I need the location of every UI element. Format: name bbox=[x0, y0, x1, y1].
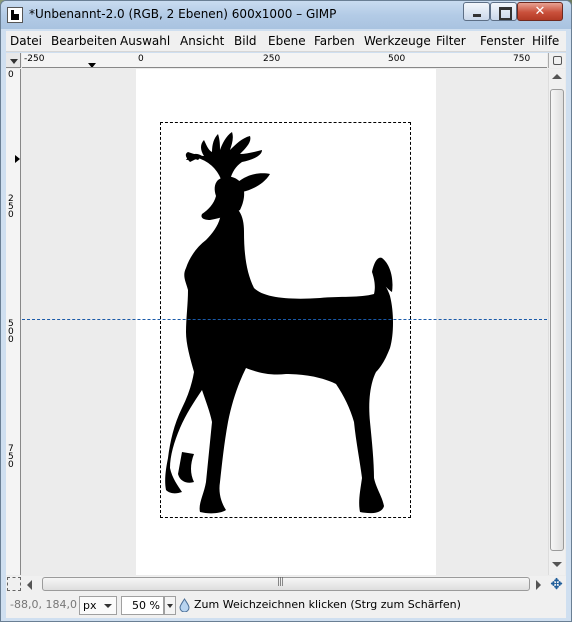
status-bar: -88,0, 184,0 px 50 % Zum Weichzeichnen k… bbox=[6, 593, 566, 618]
scroll-up-icon[interactable] bbox=[552, 74, 562, 79]
ruler-label: 500 bbox=[388, 54, 406, 64]
menu-hilfe[interactable]: Hilfe bbox=[532, 34, 559, 48]
window-title: *Unbenannt-2.0 (RGB, 2 Ebenen) 600x1000 … bbox=[29, 7, 337, 21]
ruler-label: 250 bbox=[8, 194, 14, 220]
menu-ansicht[interactable]: Ansicht bbox=[180, 34, 224, 48]
title-bar[interactable]: *Unbenannt-2.0 (RGB, 2 Ebenen) 600x1000 … bbox=[1, 1, 571, 29]
ruler-corner-menu-button[interactable] bbox=[6, 53, 21, 68]
zoom-input[interactable]: 50 % bbox=[121, 596, 164, 615]
horizontal-scroll-thumb[interactable] bbox=[42, 577, 530, 591]
ruler-label: 750 bbox=[8, 444, 14, 470]
ruler-label: 500 bbox=[8, 319, 14, 345]
blur-drop-icon bbox=[179, 598, 190, 612]
ruler-label: 250 bbox=[263, 54, 281, 64]
horizontal-scroll-row: ✥ bbox=[6, 576, 566, 593]
horizontal-scrollbar[interactable] bbox=[22, 576, 547, 593]
menu-farben[interactable]: Farben bbox=[314, 34, 355, 48]
zoom-dropdown-button[interactable] bbox=[164, 596, 176, 615]
menu-werkzeuge[interactable]: Werkzeuge bbox=[364, 34, 431, 48]
vertical-scrollbar[interactable] bbox=[548, 69, 565, 575]
menu-datei[interactable]: Datei bbox=[10, 34, 42, 48]
navigate-icon[interactable]: ✥ bbox=[548, 576, 565, 593]
ruler-pointer-marker bbox=[88, 63, 96, 67]
status-message: Zum Weichzeichnen klicken (Strg zum Schä… bbox=[194, 598, 461, 611]
image-window-content: -250 0 250 500 750 0 250 500 750 ||| ✥ -… bbox=[6, 53, 566, 618]
minimize-button[interactable] bbox=[463, 2, 490, 21]
scroll-down-icon[interactable] bbox=[552, 562, 562, 567]
ruler-label: -250 bbox=[24, 54, 45, 64]
ruler-label: 0 bbox=[8, 70, 14, 80]
close-icon: ✕ bbox=[534, 4, 546, 19]
close-button[interactable]: ✕ bbox=[517, 2, 563, 21]
vertical-ruler[interactable]: 0 250 500 750 bbox=[6, 69, 21, 575]
menu-bar: Datei Bearbeiten Auswahl Ansicht Bild Eb… bbox=[6, 31, 566, 52]
scroll-right-icon[interactable] bbox=[536, 580, 541, 590]
deer-silhouette bbox=[165, 132, 393, 514]
scroll-left-icon[interactable] bbox=[27, 580, 32, 590]
pointer-coordinates: -88,0, 184,0 bbox=[10, 598, 77, 611]
gimp-icon bbox=[7, 7, 23, 23]
menu-fenster[interactable]: Fenster bbox=[480, 34, 525, 48]
menu-auswahl[interactable]: Auswahl bbox=[120, 34, 170, 48]
image-canvas[interactable] bbox=[22, 69, 547, 575]
vertical-scroll-thumb[interactable] bbox=[550, 89, 564, 551]
horizontal-ruler[interactable]: -250 0 250 500 750 bbox=[22, 53, 547, 68]
menu-filter[interactable]: Filter bbox=[436, 34, 466, 48]
ruler-pointer-marker bbox=[15, 155, 20, 163]
maximize-button[interactable] bbox=[490, 2, 517, 21]
ruler-label: 750 bbox=[513, 54, 531, 64]
ruler-label: 0 bbox=[138, 54, 144, 64]
horizontal-guide[interactable] bbox=[22, 319, 547, 320]
unit-select[interactable]: px bbox=[79, 596, 117, 615]
menu-bild[interactable]: Bild bbox=[234, 34, 257, 48]
gimp-window: *Unbenannt-2.0 (RGB, 2 Ebenen) 600x1000 … bbox=[0, 0, 572, 622]
zoom-to-fit-button[interactable] bbox=[548, 53, 565, 68]
quick-mask-toggle[interactable] bbox=[7, 577, 21, 591]
menu-ebene[interactable]: Ebene bbox=[268, 34, 306, 48]
menu-bearbeiten[interactable]: Bearbeiten bbox=[51, 34, 117, 48]
